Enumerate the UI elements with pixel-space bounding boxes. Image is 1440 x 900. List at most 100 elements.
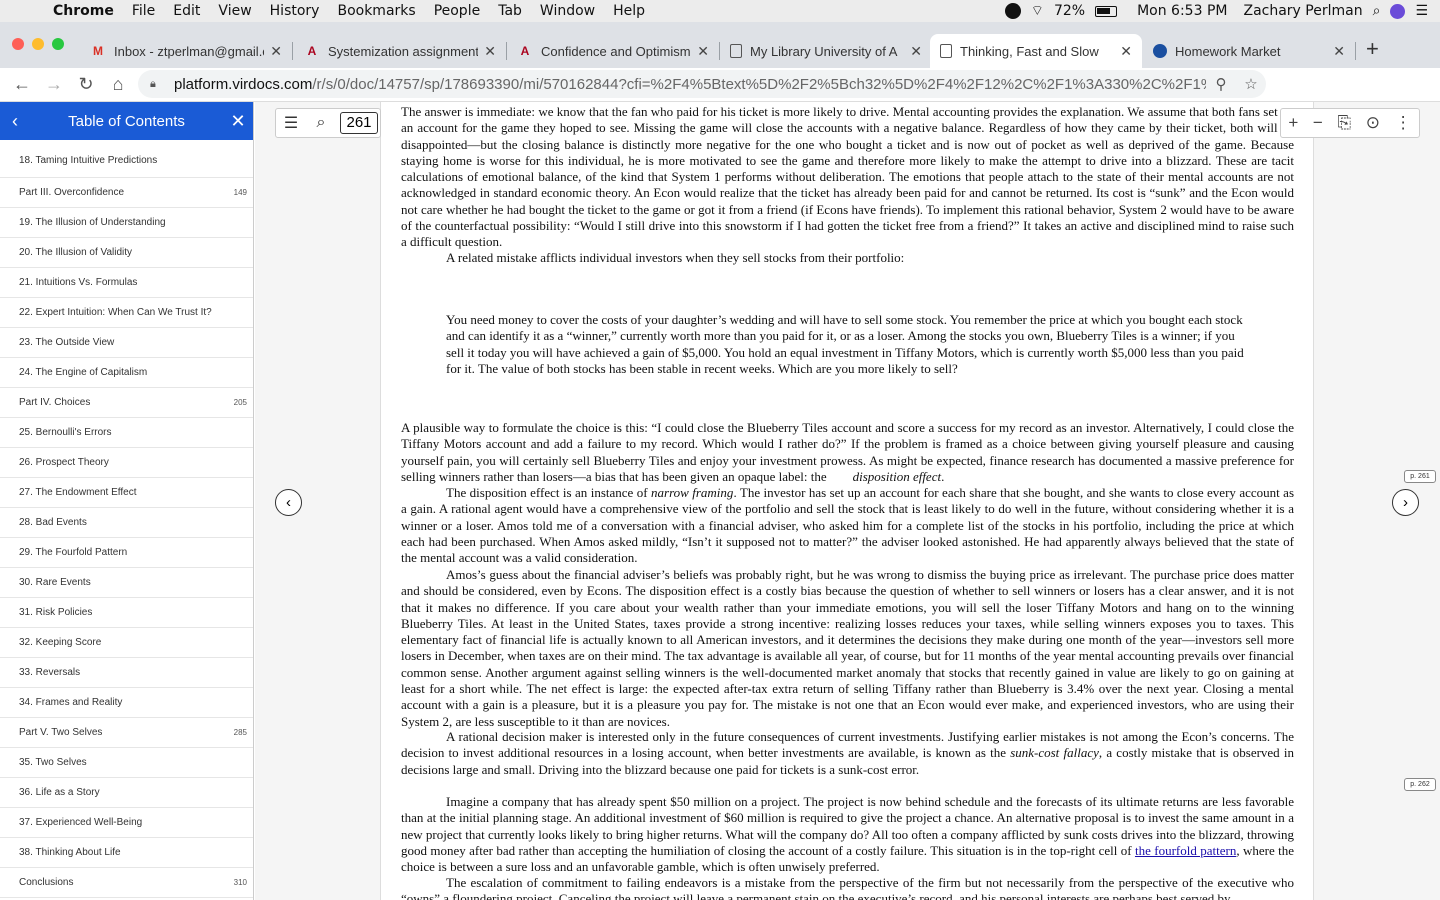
close-tab-icon[interactable]: ✕ — [484, 43, 496, 60]
play-audio-icon[interactable]: ⊙ — [1366, 113, 1380, 133]
toc-item[interactable]: 18. Taming Intuitive Predictions — [0, 140, 253, 178]
menu-bookmarks[interactable]: Bookmarks — [328, 3, 424, 19]
toc-item-label: Part V. Two Selves — [19, 727, 103, 738]
toc-item[interactable]: 21. Intuitions Vs. Formulas — [0, 268, 253, 298]
menu-list-icon[interactable]: ☰ — [276, 113, 306, 133]
next-page-button[interactable]: › — [1392, 489, 1419, 516]
toc-item[interactable]: 19. The Illusion of Understanding — [0, 208, 253, 238]
toc-item[interactable]: Part III. Overconfidence 149 — [0, 178, 253, 208]
menu-people[interactable]: People — [425, 3, 490, 19]
previous-page-button[interactable]: ‹ — [275, 489, 302, 516]
forward-icon[interactable]: → — [38, 74, 70, 95]
italic-term: sunk-cost fallacy — [1010, 745, 1099, 761]
url-text[interactable]: platform.virdocs.com/r/s/0/doc/14757/sp/… — [174, 76, 1206, 93]
toc-item[interactable]: 28. Bad Events — [0, 508, 253, 538]
toc-item[interactable]: 23. The Outside View — [0, 328, 253, 358]
tab-systemization[interactable]: A Systemization assignment ✕ — [294, 34, 506, 68]
close-tab-icon[interactable]: ✕ — [697, 43, 709, 60]
menu-view[interactable]: View — [209, 3, 260, 19]
toc-item[interactable]: 24. The Engine of Capitalism — [0, 358, 253, 388]
toc-item[interactable]: 30. Rare Events — [0, 568, 253, 598]
tab-homework-market[interactable]: Homework Market ✕ — [1143, 34, 1355, 68]
reload-icon[interactable]: ↻ — [70, 74, 102, 95]
home-icon[interactable]: ⌂ — [102, 74, 134, 95]
menu-history[interactable]: History — [261, 3, 329, 19]
zoom-icon[interactable]: ⚲ — [1206, 75, 1236, 93]
tab-thinking-fast-and-slow[interactable]: Thinking, Fast and Slow ✕ — [930, 34, 1142, 68]
page-number-input[interactable]: 261 — [340, 112, 378, 134]
menu-edit[interactable]: Edit — [164, 3, 209, 19]
spotlight-search-icon[interactable]: ⌕ — [1373, 3, 1381, 19]
fourfold-pattern-link[interactable]: the fourfold pattern — [1135, 843, 1236, 858]
book-paragraph: Imagine a company that has already spent… — [401, 794, 1294, 875]
toc-item-page: 285 — [233, 728, 247, 737]
battery-icon[interactable] — [1095, 5, 1118, 17]
wifi-icon[interactable]: ⌔ — [1031, 2, 1044, 20]
toc-item[interactable]: 34. Frames and Reality — [0, 688, 253, 718]
reader-right-toolbar: + − ⎘ ⊙ ⋮ — [1280, 108, 1420, 138]
toc-item-label: 28. Bad Events — [19, 517, 87, 528]
toc-item[interactable]: 37. Experienced Well-Being — [0, 808, 253, 838]
toc-item[interactable]: Conclusions 310 — [0, 868, 253, 898]
toc-item[interactable]: Part IV. Choices 205 — [0, 388, 253, 418]
book-paragraph: The escalation of commitment to failing … — [401, 875, 1294, 900]
search-icon[interactable]: ⌕ — [306, 114, 336, 132]
toc-item[interactable]: 35. Two Selves — [0, 748, 253, 778]
toc-item-label: 36. Life as a Story — [19, 787, 100, 798]
toc-item[interactable]: 32. Keeping Score — [0, 628, 253, 658]
tab-title: My Library University of A — [750, 43, 898, 59]
toc-item[interactable]: 36. Life as a Story — [0, 778, 253, 808]
menu-tab[interactable]: Tab — [489, 3, 531, 19]
menu-chrome[interactable]: Chrome — [44, 3, 123, 19]
toc-item[interactable]: 33. Reversals — [0, 658, 253, 688]
toc-item[interactable]: 22. Expert Intuition: When Can We Trust … — [0, 298, 253, 328]
bookmark-star-icon[interactable]: ☆ — [1236, 75, 1266, 93]
toc-item-label: 33. Reversals — [19, 667, 81, 678]
bookmark-page-icon[interactable]: ⎘ — [1337, 113, 1351, 133]
document-icon — [940, 44, 952, 58]
menu-window[interactable]: Window — [531, 3, 604, 19]
italic-term: narrow framing — [651, 485, 734, 500]
clock[interactable]: Mon 6:53 PM — [1137, 3, 1227, 19]
user-name[interactable]: Zachary Perlman — [1243, 3, 1362, 19]
menu-help[interactable]: Help — [604, 3, 654, 19]
tab-confidence[interactable]: A Confidence and Optimism ✕ — [507, 34, 719, 68]
close-tab-icon[interactable]: ✕ — [1120, 43, 1132, 60]
toc-item[interactable]: 31. Risk Policies — [0, 598, 253, 628]
toc-item[interactable]: Part V. Two Selves 285 — [0, 718, 253, 748]
minimize-window-button[interactable] — [32, 38, 44, 50]
toc-item-label: 32. Keeping Score — [19, 637, 102, 648]
book-paragraph: A plausible way to formulate the choice … — [401, 420, 1294, 484]
toc-item[interactable]: 20. The Illusion of Validity — [0, 238, 253, 268]
toc-item-label: 19. The Illusion of Understanding — [19, 217, 166, 228]
status-app-icon[interactable] — [1004, 3, 1021, 19]
address-bar[interactable]: 🔒︎ platform.virdocs.com/r/s/0/doc/14757/… — [138, 70, 1266, 98]
toc-item[interactable]: 29. The Fourfold Pattern — [0, 538, 253, 568]
back-icon[interactable]: ← — [6, 74, 38, 95]
notification-center-icon[interactable]: ☰ — [1415, 3, 1428, 19]
toc-item-label: 34. Frames and Reality — [19, 697, 123, 708]
toc-item[interactable]: 26. Prospect Theory — [0, 448, 253, 478]
zoom-in-icon[interactable]: + — [1288, 113, 1298, 133]
tab-gmail[interactable]: M Inbox - ztperlman@gmail.c ✕ — [80, 34, 292, 68]
maximize-window-button[interactable] — [52, 38, 64, 50]
tab-my-library[interactable]: My Library University of A ✕ — [720, 34, 932, 68]
toc-item[interactable]: 27. The Endowment Effect — [0, 478, 253, 508]
toc-header: ‹ Table of Contents ✕ — [0, 102, 253, 140]
new-tab-button[interactable]: + — [1366, 36, 1379, 62]
close-tab-icon[interactable]: ✕ — [910, 43, 922, 60]
menu-file[interactable]: File — [123, 3, 164, 19]
toc-item[interactable]: 25. Bernoulli's Errors — [0, 418, 253, 448]
toc-item-page: 205 — [233, 398, 247, 407]
close-tab-icon[interactable]: ✕ — [1333, 43, 1345, 60]
close-tab-icon[interactable]: ✕ — [270, 43, 282, 60]
lock-icon[interactable]: 🔒︎ — [150, 78, 162, 90]
toc-item[interactable]: 38. Thinking About Life — [0, 838, 253, 868]
more-options-icon[interactable]: ⋮ — [1395, 113, 1412, 133]
siri-icon[interactable] — [1390, 3, 1406, 19]
toc-item-label: 37. Experienced Well-Being — [19, 817, 143, 828]
close-icon[interactable]: ✕ — [223, 111, 253, 132]
chevron-left-icon[interactable]: ‹ — [0, 111, 30, 132]
close-window-button[interactable] — [12, 38, 24, 50]
zoom-out-icon[interactable]: − — [1313, 113, 1323, 133]
